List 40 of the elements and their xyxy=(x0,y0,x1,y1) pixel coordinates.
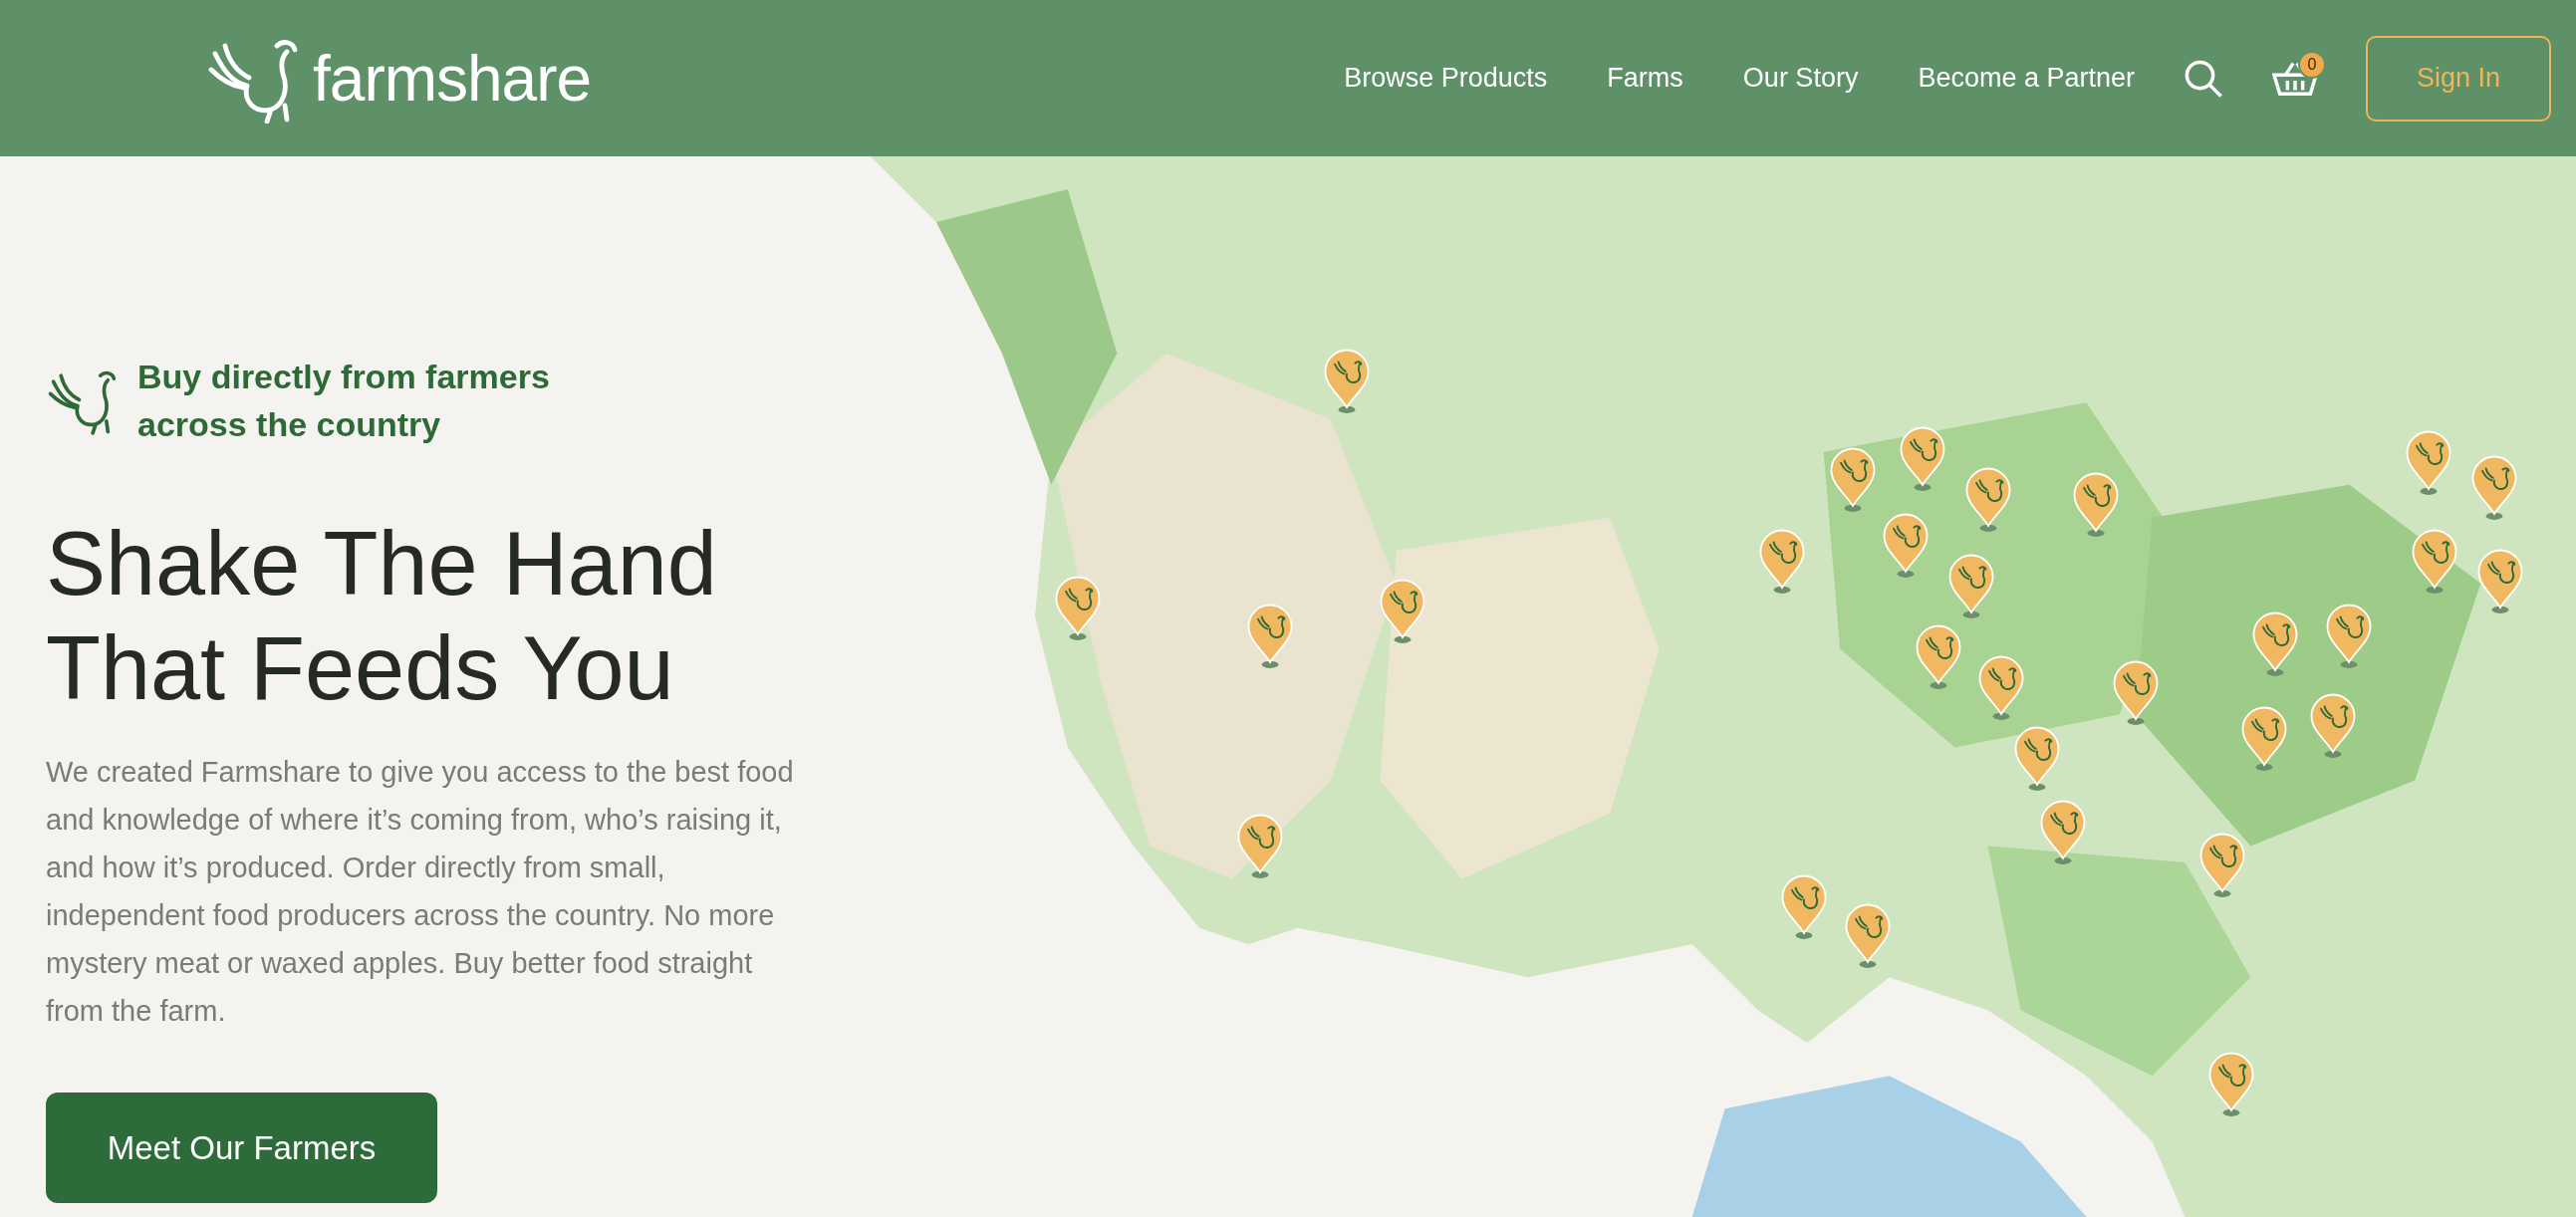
map-pin-icon[interactable] xyxy=(2411,528,2459,596)
map-pin-icon[interactable] xyxy=(2111,659,2160,727)
nav-link[interactable]: Our Story xyxy=(1742,58,1859,99)
map-pin-icon[interactable] xyxy=(2404,429,2452,497)
map-pin-icon[interactable] xyxy=(2013,725,2061,793)
map-pin-icon[interactable] xyxy=(1947,553,1996,620)
cart-count-badge: 0 xyxy=(2298,50,2326,79)
map-pin-icon[interactable] xyxy=(1915,623,1963,691)
map-pin-icon[interactable] xyxy=(2072,470,2121,538)
map-pin-icon[interactable] xyxy=(1323,348,1372,415)
map-pin-icon[interactable] xyxy=(2206,1050,2255,1117)
hero-heading: Shake The Hand That Feeds You xyxy=(46,513,718,721)
map-pin-icon[interactable] xyxy=(2325,602,2374,669)
nav-link[interactable]: Farms xyxy=(1607,58,1683,99)
map-pin-icon[interactable] xyxy=(1898,424,1946,492)
map-pin-icon[interactable] xyxy=(1758,528,1807,596)
sign-in-button[interactable]: Sign In xyxy=(2366,35,2551,122)
map-pin-icon[interactable] xyxy=(1053,574,1102,641)
tagline: Buy directly from farmers across the country xyxy=(137,357,551,445)
map-pin-icon[interactable] xyxy=(2251,609,2300,677)
map-pin-icon[interactable] xyxy=(2308,692,2357,760)
map-pin-icon[interactable] xyxy=(2469,454,2518,522)
map-pin-icon[interactable] xyxy=(1779,872,1828,940)
nav-link[interactable]: Become a Partner xyxy=(1918,58,2135,99)
map-pin-icon[interactable] xyxy=(1963,465,2012,533)
logo-text[interactable]: farmshare xyxy=(313,46,592,111)
meet-our-farmers-button[interactable]: Meet Our Farmers xyxy=(46,1092,437,1203)
nav-link[interactable]: Browse Products xyxy=(1344,58,1548,99)
map-pin-icon[interactable] xyxy=(2476,548,2525,615)
hero-description: We created Farmshare to give you access to the best food and knowledge of where it’s coming from, who’s raising it, and how it’s produced. Order directly from small, independent food producers across the country. No more mystery meat or waxed apples. Buy better food straight from the farm. xyxy=(46,754,795,1029)
map-pin-icon[interactable] xyxy=(1379,577,1427,644)
map-pin-icon[interactable] xyxy=(1829,446,1878,514)
map-pin-icon[interactable] xyxy=(1245,602,1294,669)
map-pin-icon[interactable] xyxy=(2198,832,2247,899)
map-pin-icon[interactable] xyxy=(1844,902,1893,970)
map-pin-icon[interactable] xyxy=(1976,654,2025,722)
map-pin-icon[interactable] xyxy=(2039,799,2088,866)
map-pin-icon[interactable] xyxy=(1235,812,1284,879)
map-pin-icon[interactable] xyxy=(1882,512,1931,579)
map-pin-icon[interactable] xyxy=(2239,705,2288,773)
